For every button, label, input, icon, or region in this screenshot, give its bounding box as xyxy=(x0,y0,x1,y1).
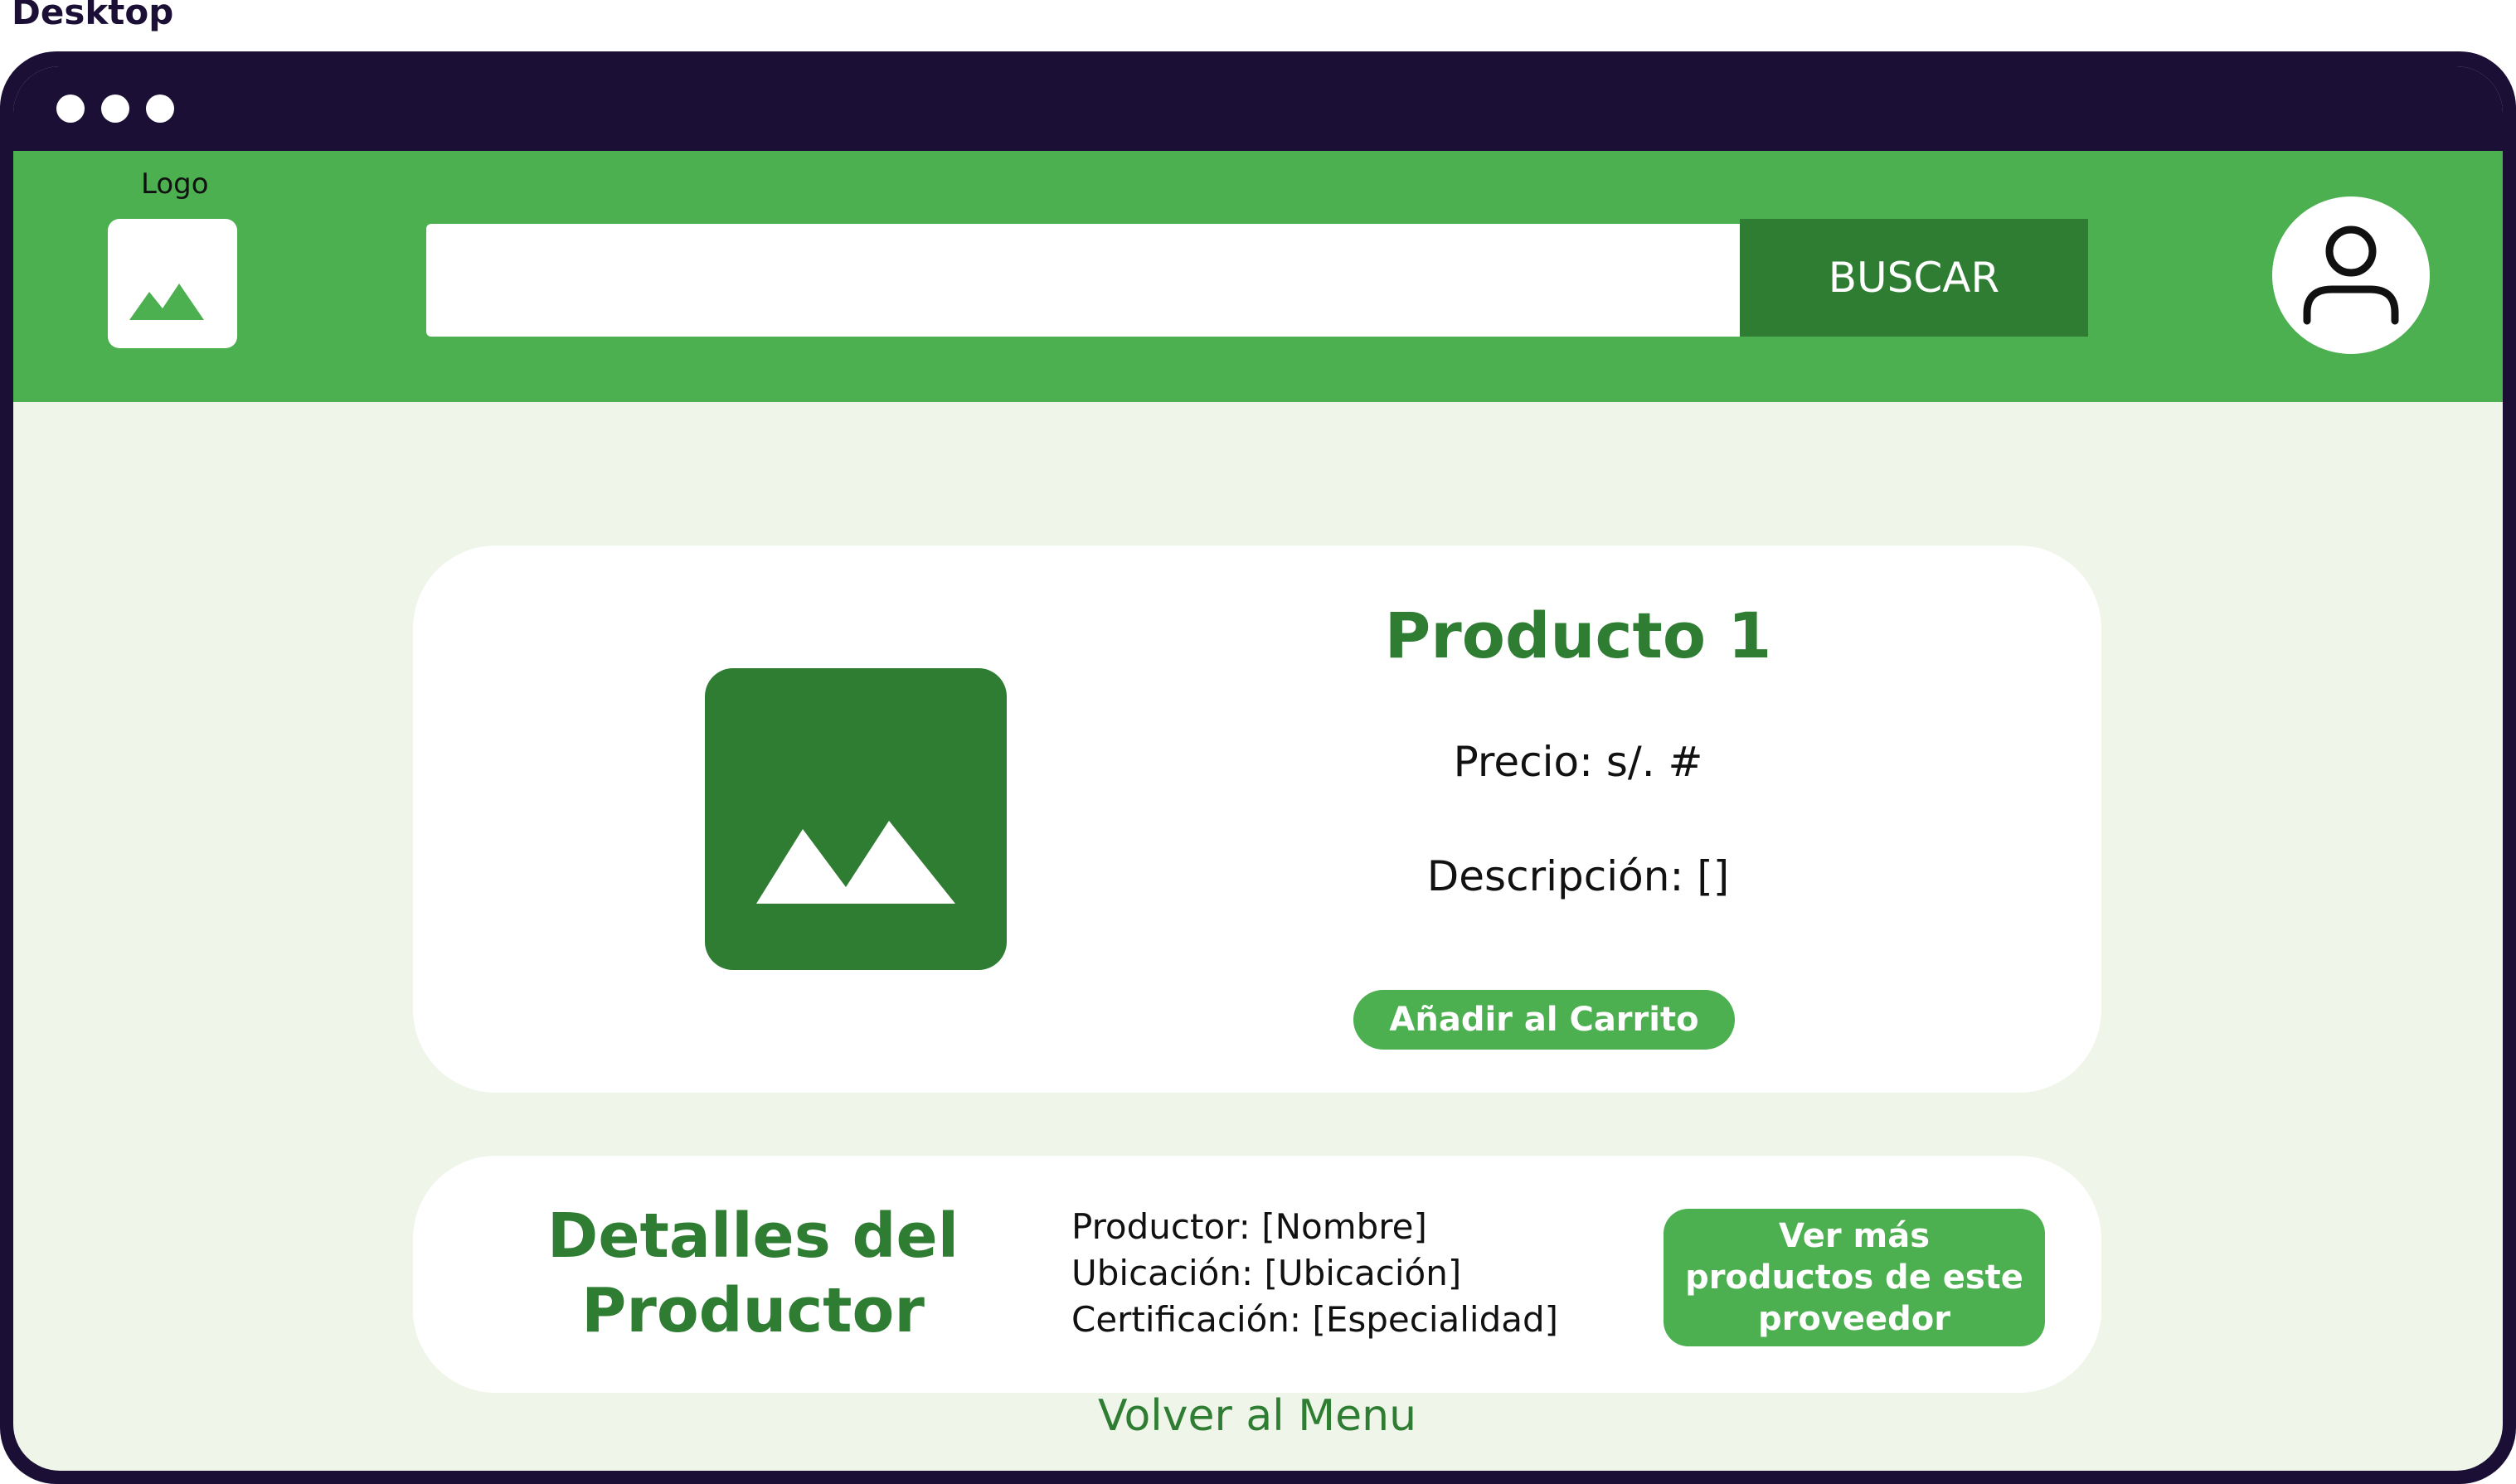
producer-info: Productor: [Nombre] Ubicación: [Ubicació… xyxy=(1071,1204,1558,1343)
search-input[interactable] xyxy=(426,224,1740,337)
back-to-menu-link[interactable]: Volver al Menu xyxy=(843,1391,1672,1441)
browser-content: Logo BUSCAR Producto 1 Precio: s/. # Des… xyxy=(13,66,2503,1471)
window-titlebar xyxy=(13,66,2503,151)
site-header: Logo BUSCAR xyxy=(13,151,2503,402)
product-description: Descripción: [] xyxy=(1426,852,1730,900)
more-products-line3: proveedor xyxy=(1757,1300,1950,1338)
user-avatar-button[interactable] xyxy=(2272,196,2430,354)
producer-location: Ubicación: [Ubicación] xyxy=(1071,1253,1462,1293)
search-button[interactable]: BUSCAR xyxy=(1740,219,2088,337)
product-price: Precio: s/. # xyxy=(1453,738,1703,786)
logo-label: Logo xyxy=(141,167,209,201)
producer-title: Detalles del Productor xyxy=(521,1199,985,1348)
user-icon xyxy=(2303,226,2399,325)
window-dot-3 xyxy=(146,95,174,123)
product-title: Producto 1 xyxy=(1384,599,1772,672)
product-image xyxy=(705,668,1007,970)
window-dot-2 xyxy=(101,95,129,123)
producer-name: Productor: [Nombre] xyxy=(1071,1206,1427,1247)
more-products-line2: productos de este xyxy=(1685,1258,2023,1297)
producer-title-line1: Detalles del xyxy=(546,1200,959,1272)
browser-window: Logo BUSCAR Producto 1 Precio: s/. # Des… xyxy=(0,51,2516,1484)
frame-label: Desktop xyxy=(12,0,174,32)
product-card: Producto 1 Precio: s/. # Descripción: []… xyxy=(413,546,2101,1093)
window-dot-1 xyxy=(56,95,85,123)
producer-title-line2: Productor xyxy=(581,1275,925,1346)
producer-certification: Certificación: [Especialidad] xyxy=(1071,1299,1559,1340)
producer-card: Detalles del Productor Productor: [Nombr… xyxy=(413,1156,2101,1393)
image-placeholder-icon xyxy=(756,821,955,904)
more-products-line1: Ver más xyxy=(1778,1217,1931,1255)
more-products-button[interactable]: Ver más productos de este proveedor xyxy=(1664,1209,2045,1346)
logo[interactable] xyxy=(108,219,237,348)
image-placeholder-icon xyxy=(129,284,204,320)
add-to-cart-button[interactable]: Añadir al Carrito xyxy=(1353,990,1735,1050)
